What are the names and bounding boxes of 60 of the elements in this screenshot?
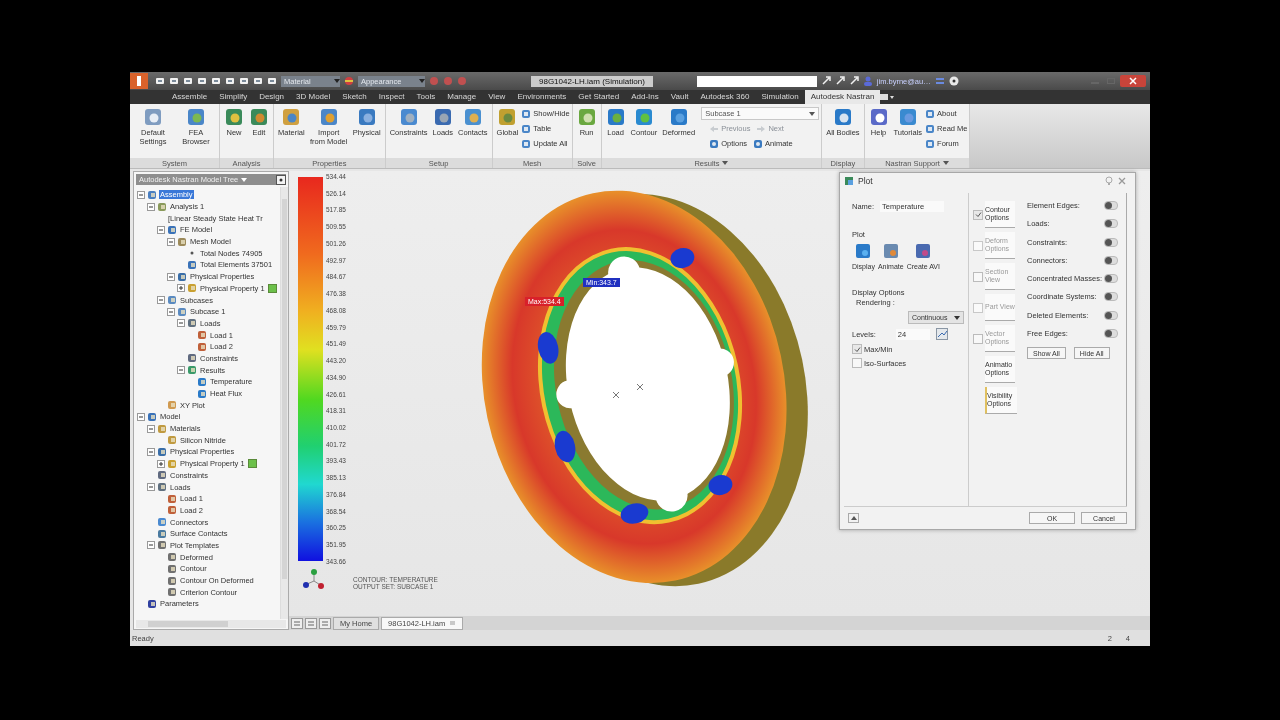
sphere-icon[interactable] <box>344 76 354 86</box>
expander-icon[interactable] <box>147 424 155 433</box>
ribbon-tab[interactable]: Simulation <box>755 90 805 104</box>
toggle-switch[interactable] <box>1104 274 1118 284</box>
ribbon-tab[interactable]: Autodesk Nastran <box>804 90 881 104</box>
ribbon-tab[interactable]: Autodesk 360 <box>694 90 756 104</box>
ribbon-tab[interactable]: Simplify <box>213 90 254 104</box>
expander-icon[interactable] <box>177 319 185 328</box>
scrollbar[interactable] <box>136 620 286 628</box>
checkbox[interactable] <box>852 344 862 354</box>
center-mark-icon <box>636 383 644 391</box>
ribbon-tab[interactable]: Vault <box>664 90 695 104</box>
ribbon-tab[interactable]: Sketch <box>336 90 373 104</box>
user-icon <box>862 76 873 86</box>
expander-icon[interactable] <box>157 459 165 468</box>
right-arrow-icon <box>756 124 767 133</box>
expander-icon[interactable] <box>167 307 175 316</box>
toggle-switch[interactable] <box>1104 255 1118 265</box>
collapse-button[interactable] <box>848 513 859 523</box>
scrollbar[interactable] <box>280 187 288 619</box>
expander-icon[interactable] <box>147 483 155 492</box>
checkbox[interactable] <box>852 358 862 368</box>
expander-icon[interactable] <box>157 225 165 234</box>
ribbon-tab[interactable]: View <box>482 90 512 104</box>
expander-icon[interactable] <box>177 284 185 293</box>
dialog-title: Plot <box>858 176 873 186</box>
ribbon-tab[interactable]: Add-Ins <box>625 90 665 104</box>
checkbox[interactable] <box>973 209 983 220</box>
search-field[interactable] <box>696 75 817 87</box>
app-logo-icon[interactable] <box>130 73 148 89</box>
ribbon-tab[interactable]: Inspect <box>372 90 411 104</box>
expander-icon[interactable] <box>157 296 165 305</box>
expander-icon[interactable] <box>167 237 175 246</box>
expander-icon[interactable] <box>177 366 185 375</box>
window-title: 98G1042-LH.iam (Simulation) <box>531 75 653 87</box>
ribbon-tab[interactable]: Assemble <box>166 90 214 104</box>
expander-icon[interactable] <box>137 190 145 199</box>
ribbon-tab[interactable]: Get Started <box>572 90 626 104</box>
ribbon-tab[interactable]: Environments <box>511 90 573 104</box>
expander-icon[interactable] <box>147 447 155 456</box>
close-icon[interactable] <box>1117 176 1127 186</box>
left-arrow-icon <box>709 124 720 133</box>
ribbon-tab[interactable]: Manage <box>441 90 483 104</box>
lightbulb-icon[interactable] <box>1105 176 1113 186</box>
toggle-switch[interactable] <box>1104 219 1118 229</box>
close-icon[interactable] <box>1120 75 1146 87</box>
ribbon-tab[interactable]: Design <box>253 90 291 104</box>
toggle-switch[interactable] <box>1104 329 1118 339</box>
center-mark-icon <box>612 391 620 399</box>
expander-icon[interactable] <box>147 541 155 550</box>
panel-menu-icon[interactable] <box>880 93 895 101</box>
toggle-switch[interactable] <box>1104 237 1118 247</box>
expander-icon[interactable] <box>137 412 145 421</box>
toggle-switch[interactable] <box>1104 292 1118 302</box>
toggle-switch[interactable] <box>1104 310 1118 320</box>
expander-icon[interactable] <box>147 202 155 211</box>
ribbon-tab[interactable]: 3D Model <box>290 90 337 104</box>
expander-icon[interactable] <box>167 272 175 281</box>
toggle-switch[interactable] <box>1104 201 1118 210</box>
ribbon-tab[interactable]: Tools <box>410 90 442 104</box>
